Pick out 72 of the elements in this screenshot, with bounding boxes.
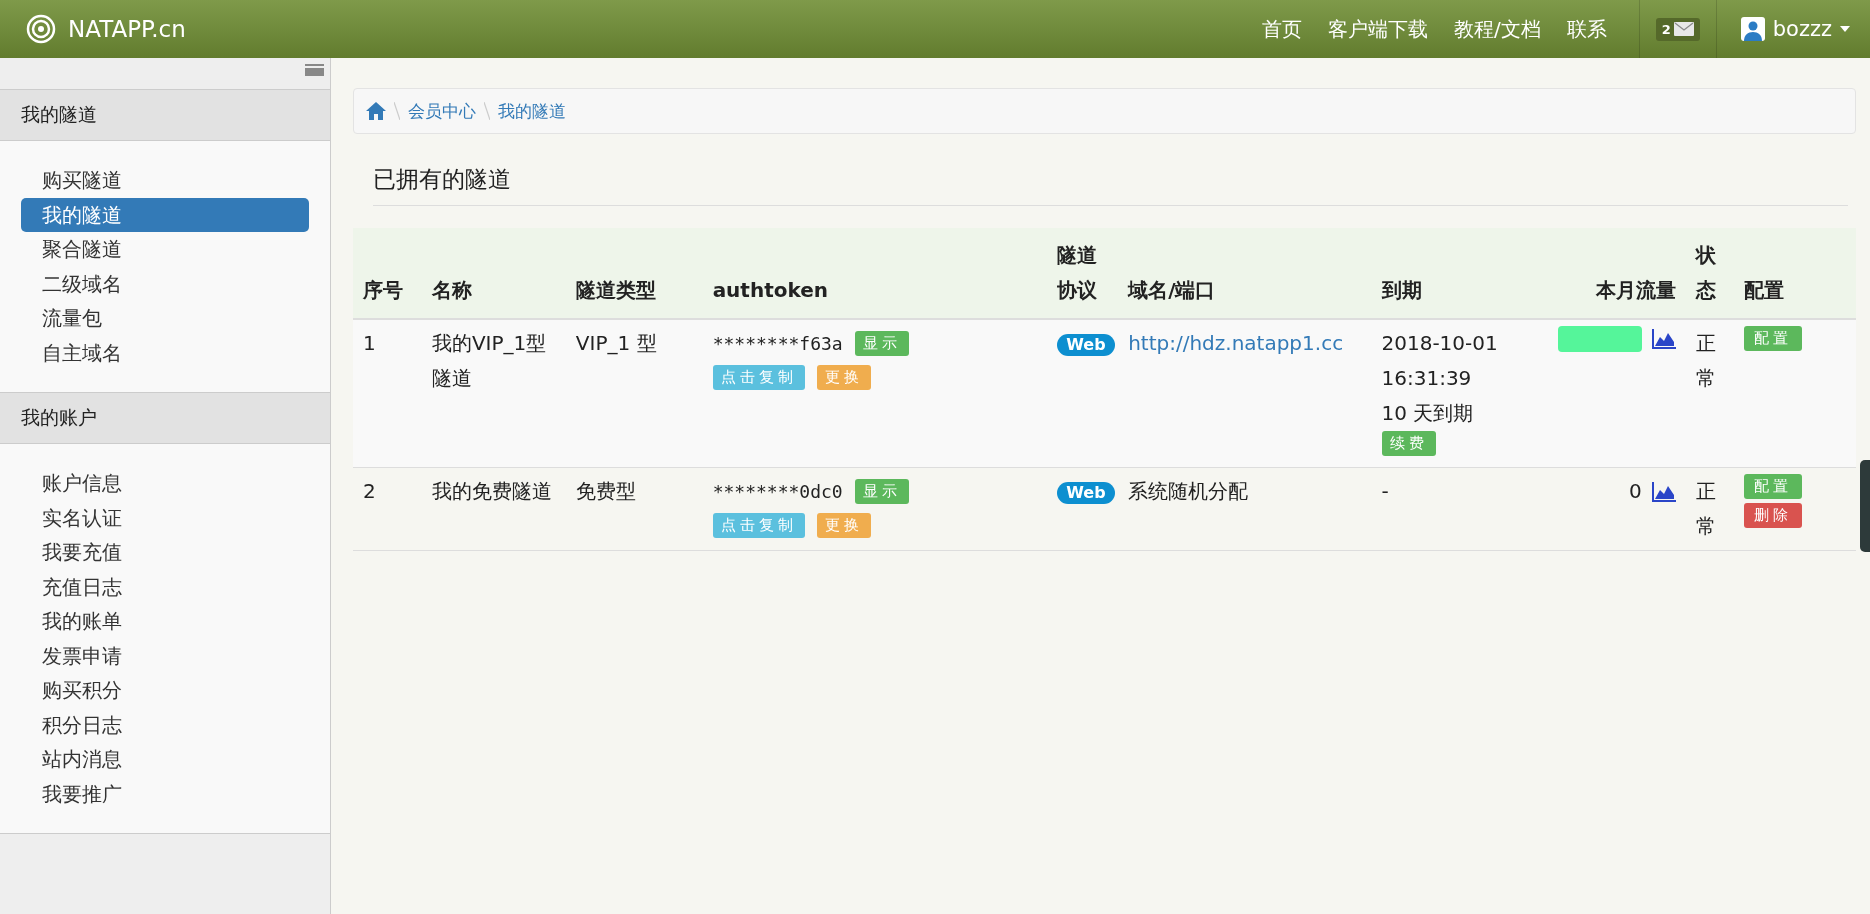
sidebar-section-title: 我的账户: [0, 393, 330, 444]
tunnel-name: 我的VIP_1型隧道: [431, 331, 547, 390]
caret-icon: [1840, 26, 1850, 32]
user-icon: [1740, 17, 1765, 41]
brand-name[interactable]: NATAPP.cn: [68, 16, 186, 42]
page-title: 已拥有的隧道: [373, 165, 511, 194]
sidebar-item[interactable]: 聚合隧道: [21, 232, 309, 267]
sidebar-item[interactable]: 充值日志: [21, 569, 309, 604]
column-header: 隧道协议: [1047, 228, 1119, 319]
action-button[interactable]: 配置: [1744, 326, 1803, 351]
nav-link[interactable]: 教程/文档: [1453, 15, 1541, 43]
column-header: 隧道类型: [565, 228, 703, 319]
breadcrumb-link[interactable]: 会员中心: [408, 99, 476, 123]
action-button[interactable]: 续费: [1381, 431, 1436, 456]
column-header: authtoken: [702, 228, 1048, 319]
days-remaining: 10 天到期: [1381, 400, 1474, 427]
divider-icon: [394, 102, 400, 120]
action-button[interactable]: 显示: [854, 479, 909, 504]
divider-icon: [484, 102, 490, 120]
expiry-date: -: [1381, 478, 1389, 505]
sidebar-item[interactable]: 积分日志: [21, 707, 309, 742]
tunnel-type: VIP_1 型: [575, 331, 657, 355]
traffic-amount: 0: [1628, 478, 1642, 505]
nav-link[interactable]: 联系: [1566, 15, 1607, 43]
sidebar-item[interactable]: 流量包: [21, 301, 309, 336]
breadcrumb-link[interactable]: 我的隧道: [498, 99, 566, 123]
tunnel-name: 我的免费隧道: [431, 479, 552, 503]
sidebar-item[interactable]: 二级域名: [21, 266, 309, 301]
sidebar-item[interactable]: 我要推广: [21, 776, 309, 811]
action-button[interactable]: 配置: [1744, 474, 1803, 499]
sidebar-item[interactable]: 账户信息: [21, 466, 309, 501]
sidebar-item[interactable]: 我的账单: [21, 604, 309, 639]
protocol-badge: Web: [1057, 334, 1115, 356]
envelope-icon: [1673, 22, 1694, 36]
sidebar-item[interactable]: 购买隧道: [21, 163, 309, 198]
sidebar-item[interactable]: 自主域名: [21, 335, 309, 370]
status-text: 正常: [1695, 479, 1716, 538]
collapse-icon[interactable]: [305, 64, 324, 76]
protocol-badge: Web: [1057, 482, 1115, 504]
sidebar-item[interactable]: 站内消息: [21, 742, 309, 777]
home-icon[interactable]: [366, 102, 386, 120]
nav-link[interactable]: 首页: [1261, 15, 1302, 43]
message-button[interactable]: 2: [1655, 17, 1700, 41]
column-header: 状态: [1685, 228, 1735, 319]
column-header: 序号: [353, 228, 422, 319]
nav-link[interactable]: 客户端下载: [1327, 15, 1428, 43]
row-number: 2: [363, 479, 376, 503]
domain-link[interactable]: http://hdz.natapp1.cc: [1128, 331, 1344, 355]
column-header: 配置: [1734, 228, 1856, 319]
sidebar-item[interactable]: 我要充值: [21, 535, 309, 570]
column-header: 到期: [1371, 228, 1539, 319]
sidebar-item[interactable]: 购买积分: [21, 673, 309, 708]
area-chart-icon[interactable]: [1651, 481, 1676, 502]
action-button[interactable]: 删除: [1744, 503, 1803, 528]
authtoken-text: ********0dc0: [712, 480, 843, 504]
status-text: 正常: [1695, 331, 1716, 390]
action-button[interactable]: 显示: [854, 331, 909, 356]
domain-text: 系统随机分配: [1128, 479, 1249, 503]
column-header: 域名/端口: [1118, 228, 1372, 319]
tunnel-type: 免费型: [575, 479, 636, 503]
logo-icon: [26, 14, 56, 44]
expiry-date: 2018-10-01 16:31:39: [1381, 330, 1499, 392]
column-header: 名称: [421, 228, 566, 319]
authtoken-text: ********f63a: [712, 332, 843, 356]
sidebar-item[interactable]: 实名认证: [21, 500, 309, 535]
sidebar-section-title: 我的隧道: [0, 90, 330, 141]
sidebar-item[interactable]: 我的隧道: [21, 197, 309, 232]
column-header: 本月流量: [1538, 228, 1686, 319]
row-number: 1: [363, 331, 376, 355]
area-chart-icon[interactable]: [1651, 329, 1676, 349]
sidebar-item[interactable]: 发票申请: [21, 638, 309, 673]
user-menu[interactable]: bozzz: [1740, 17, 1850, 41]
